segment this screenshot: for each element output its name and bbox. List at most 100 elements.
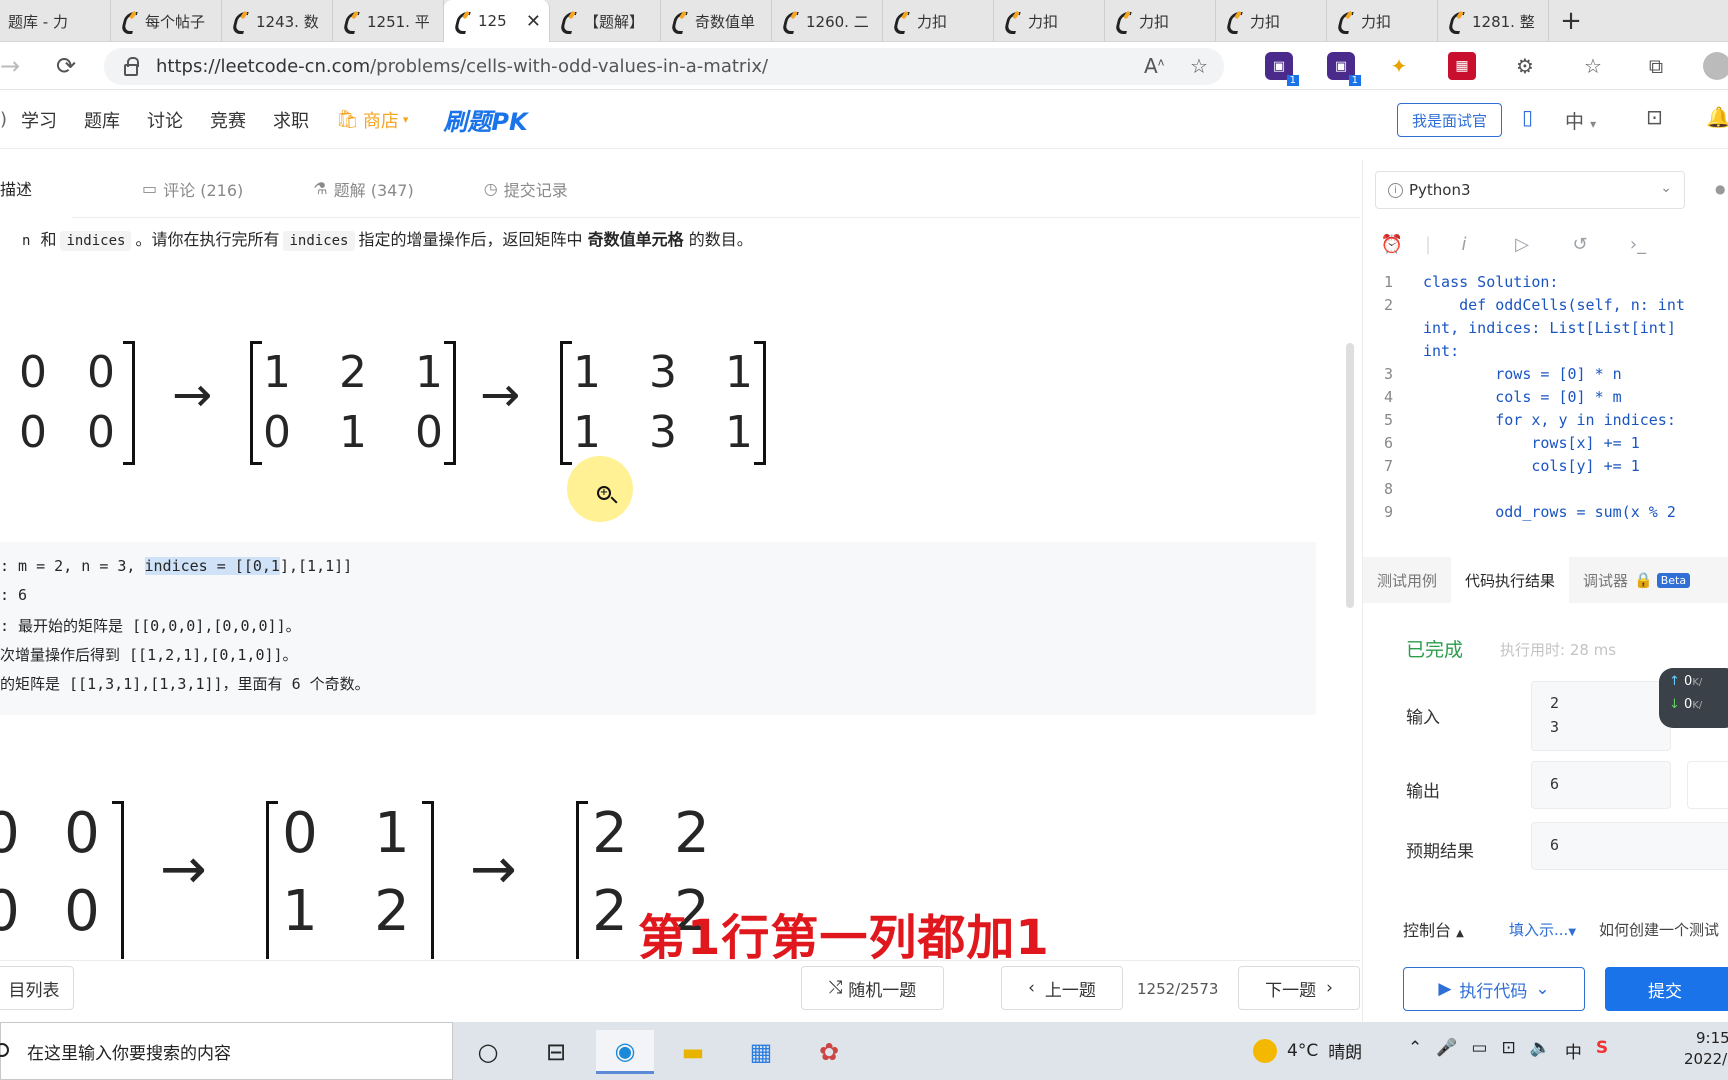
- extension-icon[interactable]: ▣ 1: [1327, 52, 1361, 86]
- tab-comments[interactable]: ▭ 评论 (216): [142, 177, 243, 201]
- browser-tab[interactable]: 【题解】: [550, 0, 661, 42]
- ime-indicator[interactable]: 中: [1565, 1038, 1582, 1063]
- extension-icon[interactable]: ▣ 1: [1265, 52, 1299, 86]
- language-select[interactable]: i Python3 ⌄: [1375, 171, 1685, 209]
- matrix-bracket: [422, 801, 434, 959]
- video-subtitle: 第1行第一列都加1: [638, 910, 1050, 966]
- extension-icon[interactable]: ✦: [1385, 52, 1413, 80]
- file-explorer-icon[interactable]: ▬: [664, 1030, 722, 1074]
- random-problem-button[interactable]: ⤭ 随机一题: [801, 966, 944, 1010]
- nav-shop[interactable]: 🛍 商店 ▾: [336, 107, 408, 133]
- nav-contest[interactable]: 竞赛: [210, 107, 246, 133]
- content-scrollbar[interactable]: [1346, 343, 1354, 608]
- language-switch[interactable]: 中 ▾: [1565, 107, 1596, 134]
- prev-problem-button[interactable]: ‹ 上一题: [1001, 966, 1123, 1010]
- browser-tab[interactable]: 力扣: [994, 0, 1105, 42]
- next-problem-button[interactable]: 下一题 ›: [1238, 966, 1360, 1010]
- inline-code: n: [22, 233, 31, 249]
- nav-learn[interactable]: 学习: [21, 107, 57, 133]
- task-view-circle-icon[interactable]: ○: [459, 1030, 517, 1074]
- browser-tab[interactable]: 力扣: [883, 0, 994, 42]
- howto-link[interactable]: 如何创建一个测试: [1599, 919, 1719, 940]
- alarm-clock-icon[interactable]: ⏰: [1363, 234, 1421, 255]
- code-editor[interactable]: 1 class Solution: 2 def oddCells(self, n:…: [1363, 273, 1728, 543]
- browser-tab[interactable]: 1251. 平: [333, 0, 444, 42]
- play-outline-icon[interactable]: ▷: [1493, 234, 1551, 255]
- address-bar[interactable]: https://leetcode-cn.com/problems/cells-w…: [104, 48, 1224, 85]
- fill-example-link[interactable]: 填入示...▼: [1509, 919, 1576, 940]
- browser-tab[interactable]: 奇数值单: [661, 0, 772, 42]
- task-view-icon[interactable]: ⊟: [527, 1030, 585, 1074]
- reset-icon[interactable]: ↺: [1551, 234, 1609, 255]
- refresh-icon[interactable]: ⟳: [44, 46, 88, 86]
- tab-run-result[interactable]: 代码执行结果: [1451, 557, 1570, 603]
- matrix-cell: 0: [87, 347, 115, 398]
- browser-tab[interactable]: 1281. 整: [1438, 0, 1549, 42]
- next-label: 下一题: [1265, 980, 1317, 1001]
- browser-tab[interactable]: 力扣: [1216, 0, 1327, 42]
- tab-debugger[interactable]: 调试器 🔒 Beta: [1569, 557, 1704, 603]
- tab-solutions[interactable]: ⚗ 题解 (347): [313, 177, 413, 201]
- example-explain-line: : 最开始的矩阵是 [[0,0,0],[0,0,0]]。: [0, 617, 301, 635]
- pinned-app-icon[interactable]: ✿: [800, 1030, 858, 1074]
- terminal-icon[interactable]: ›_: [1609, 234, 1667, 255]
- tab-description[interactable]: 描述: [0, 159, 73, 218]
- chevron-up-icon[interactable]: ⌃: [1408, 1038, 1422, 1063]
- sogou-ime-icon[interactable]: S: [1596, 1038, 1608, 1063]
- problem-list-button[interactable]: 目列表: [0, 966, 74, 1010]
- close-tab-icon[interactable]: ✕: [526, 11, 541, 32]
- tab-testcase[interactable]: 测试用例: [1363, 557, 1451, 603]
- taskbar-clock[interactable]: 9:15 2022/3/3: [1684, 1028, 1728, 1070]
- run-code-button[interactable]: ▶ 执行代码 ⌄: [1403, 967, 1585, 1011]
- browser-tab[interactable]: 1243. 数: [222, 0, 333, 42]
- pk-logo[interactable]: 刷题PK: [443, 102, 527, 137]
- network-icon[interactable]: ⊡: [1501, 1038, 1515, 1063]
- weather-widget[interactable]: 4°C 晴朗: [1253, 1038, 1362, 1063]
- info-icon[interactable]: i: [1435, 234, 1493, 255]
- browser-tab[interactable]: 力扣: [1105, 0, 1216, 42]
- puzzle-extensions-icon[interactable]: ⚙: [1511, 52, 1539, 80]
- console-icon[interactable]: ⊡: [1646, 105, 1663, 129]
- add-favorite-icon[interactable]: ☆: [1190, 54, 1208, 78]
- browser-tab[interactable]: 1260. 二: [772, 0, 883, 42]
- tab-submissions[interactable]: ◷ 提交记录: [484, 177, 568, 201]
- matrix-bracket: [112, 801, 124, 959]
- read-aloud-icon[interactable]: Aʌ: [1144, 54, 1164, 78]
- forward-arrow-icon[interactable]: →: [0, 46, 20, 86]
- edge-browser-icon[interactable]: ◉: [596, 1030, 654, 1074]
- favorites-icon[interactable]: ☆: [1579, 52, 1607, 80]
- mobile-icon[interactable]: ▯: [1522, 105, 1533, 129]
- microphone-icon[interactable]: 🎤: [1436, 1038, 1457, 1063]
- new-tab-button[interactable]: +: [1549, 0, 1593, 41]
- extension-icon[interactable]: ▦: [1448, 52, 1476, 80]
- taskbar-search[interactable]: 在这里输入你要搜索的内容: [0, 1022, 453, 1080]
- bell-icon[interactable]: 🔔: [1706, 105, 1728, 129]
- interviewer-button[interactable]: 我是面试官: [1397, 103, 1502, 137]
- problem-tabs: 描述 ▭ 评论 (216) ⚗ 题解 (347) ◷ 提交记录: [0, 159, 1360, 218]
- browser-tab[interactable]: 题库 - 力: [0, 0, 111, 42]
- matrix-cell: 1: [339, 407, 367, 458]
- store-icon[interactable]: ▦: [732, 1030, 790, 1074]
- matrix-bracket: [576, 801, 588, 959]
- input-line: 2: [1550, 694, 1560, 712]
- code-text: cols[y] += 1: [1423, 457, 1640, 475]
- battery-icon[interactable]: ▭: [1471, 1038, 1487, 1063]
- console-toggle[interactable]: 控制台 ▲: [1403, 917, 1464, 941]
- matrix-bracket: [444, 341, 456, 465]
- comment-icon: ▭: [142, 179, 158, 198]
- matrix-cell: 2: [674, 801, 710, 866]
- more-dot-icon[interactable]: ●: [1715, 182, 1725, 196]
- nav-discuss[interactable]: 讨论: [147, 107, 183, 133]
- browser-tab[interactable]: 力扣: [1327, 0, 1438, 42]
- volume-icon[interactable]: 🔈: [1530, 1038, 1551, 1063]
- nav-problemset[interactable]: 题库: [84, 107, 120, 133]
- browser-tab-active[interactable]: 125 ✕: [444, 0, 550, 42]
- profile-avatar[interactable]: [1703, 52, 1728, 80]
- selected-text[interactable]: indices = [[0,1: [144, 557, 280, 575]
- nav-jobs[interactable]: 求职: [273, 107, 309, 133]
- matrix-step1: 0 1 1 2: [262, 797, 442, 959]
- submit-button[interactable]: 提交: [1605, 967, 1728, 1011]
- collections-icon[interactable]: ⧉: [1642, 52, 1670, 80]
- random-label: 随机一题: [848, 980, 917, 1001]
- browser-tab[interactable]: 每个帖子: [111, 0, 222, 42]
